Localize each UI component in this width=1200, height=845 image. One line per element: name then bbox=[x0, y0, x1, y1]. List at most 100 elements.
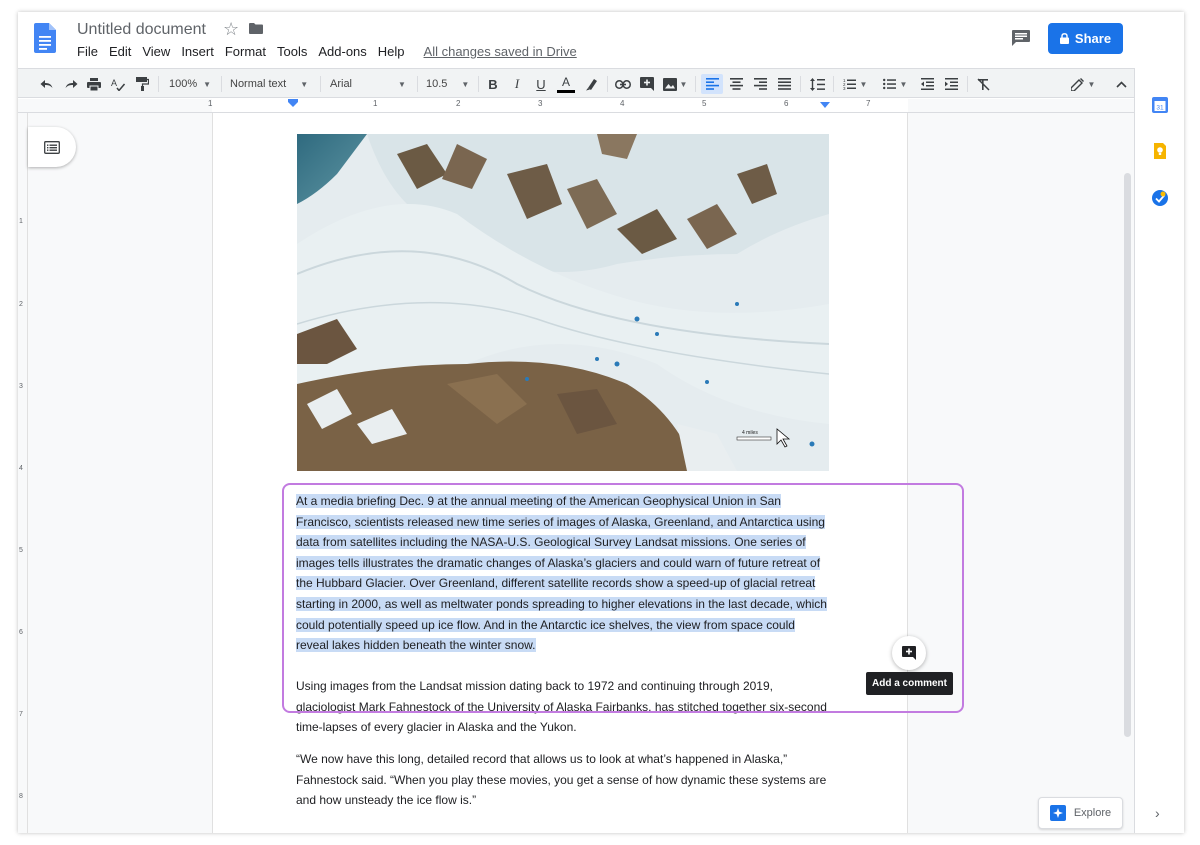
add-comment-icon bbox=[902, 646, 916, 660]
text-color-icon[interactable]: A bbox=[556, 75, 576, 93]
svg-text:A: A bbox=[111, 78, 117, 88]
justify-icon[interactable] bbox=[775, 75, 793, 93]
text-line: Fahnestock said. “When you play these mo… bbox=[296, 772, 827, 787]
save-status-link[interactable]: All changes saved in Drive bbox=[424, 44, 577, 59]
zoom-value: 100% bbox=[168, 78, 198, 90]
redo-icon[interactable] bbox=[62, 75, 80, 93]
text-line: and how unsteady the ice flow is.” bbox=[296, 793, 477, 808]
ruler-label: 3 bbox=[19, 383, 23, 390]
toolbar: A 100% ▼ Normal text ▼ Arial ▼ 10.5 ▼ B I U … bbox=[18, 68, 1134, 98]
ruler-label: 1 bbox=[19, 218, 23, 225]
svg-text:3: 3 bbox=[843, 86, 846, 90]
font-size-select[interactable]: 10.5 ▼ bbox=[426, 75, 472, 93]
insert-image-icon[interactable]: ▼ bbox=[662, 75, 688, 93]
menu-help[interactable]: Help bbox=[378, 44, 405, 59]
docs-window: Untitled document ☆ File Edit View Inser… bbox=[18, 12, 1184, 833]
vertical-scrollbar[interactable] bbox=[1124, 173, 1131, 737]
ruler-label: 5 bbox=[702, 99, 707, 108]
chevron-down-icon: ▼ bbox=[859, 79, 868, 89]
document-page[interactable]: 4 miles At a media briefing Dec. 9 at th… bbox=[212, 113, 908, 833]
undo-icon[interactable] bbox=[38, 75, 56, 93]
zoom-select[interactable]: 100% ▼ bbox=[165, 75, 215, 93]
side-panel: 31 › bbox=[1134, 68, 1184, 833]
link-icon[interactable] bbox=[614, 75, 632, 93]
paragraph[interactable]: “We now have this long, detailed record … bbox=[296, 749, 836, 811]
chevron-down-icon: ▼ bbox=[679, 79, 688, 89]
comments-icon[interactable] bbox=[1012, 30, 1030, 46]
ruler-label: 2 bbox=[456, 99, 461, 108]
underline-icon[interactable]: U bbox=[532, 75, 550, 93]
header: Untitled document ☆ File Edit View Inser… bbox=[18, 12, 1184, 66]
ruler-label: 3 bbox=[538, 99, 543, 108]
scale-label: 4 miles bbox=[742, 430, 758, 436]
lock-icon bbox=[1059, 33, 1069, 44]
add-comment-button[interactable] bbox=[892, 636, 926, 670]
ruler-label: 6 bbox=[784, 99, 789, 108]
docs-logo-icon[interactable] bbox=[34, 23, 56, 53]
outline-icon bbox=[44, 140, 60, 154]
highlight-icon[interactable] bbox=[582, 75, 600, 93]
chevron-down-icon: ▼ bbox=[300, 79, 309, 89]
line-spacing-icon[interactable] bbox=[807, 75, 827, 93]
explore-label: Explore bbox=[1073, 807, 1112, 819]
font-select[interactable]: Arial ▼ bbox=[330, 75, 410, 93]
focus-highlight-box bbox=[282, 483, 964, 713]
share-label: Share bbox=[1074, 31, 1112, 46]
numbered-list-icon[interactable]: 1 2 3 ▼ bbox=[840, 75, 870, 93]
clear-formatting-icon[interactable] bbox=[974, 75, 992, 93]
ruler-label: 7 bbox=[866, 99, 871, 108]
glacier-satellite-image[interactable]: 4 miles bbox=[297, 134, 829, 471]
add-comment-tooltip: Add a comment bbox=[866, 672, 953, 695]
font-value: Arial bbox=[330, 78, 353, 90]
font-size-value: 10.5 bbox=[426, 78, 448, 90]
calendar-day: 31 bbox=[1156, 104, 1164, 111]
increase-indent-icon[interactable] bbox=[942, 75, 960, 93]
decrease-indent-icon[interactable] bbox=[918, 75, 936, 93]
editing-mode-icon[interactable]: ▼ bbox=[1068, 75, 1098, 93]
tasks-icon[interactable] bbox=[1152, 190, 1168, 206]
keep-icon[interactable] bbox=[1152, 143, 1168, 159]
menu-tools[interactable]: Tools bbox=[277, 44, 307, 59]
menu-edit[interactable]: Edit bbox=[109, 44, 131, 59]
insert-comment-icon[interactable] bbox=[638, 75, 656, 93]
ruler-label: 6 bbox=[19, 629, 23, 636]
star-icon[interactable]: ☆ bbox=[223, 19, 239, 40]
document-title[interactable]: Untitled document bbox=[77, 21, 206, 39]
menu-insert[interactable]: Insert bbox=[181, 44, 214, 59]
align-center-icon[interactable] bbox=[727, 75, 745, 93]
ruler-label: 4 bbox=[620, 99, 625, 108]
expand-panel-chevron-icon[interactable]: › bbox=[1155, 805, 1160, 821]
explore-button[interactable]: Explore bbox=[1038, 797, 1123, 829]
chevron-down-icon: ▼ bbox=[899, 79, 908, 89]
horizontal-ruler[interactable]: 1 1 2 3 4 5 6 7 bbox=[18, 99, 1134, 113]
ruler-label: 7 bbox=[19, 711, 23, 718]
menu-addons[interactable]: Add-ons bbox=[318, 44, 366, 59]
ruler-page-area bbox=[212, 99, 908, 112]
menu-view[interactable]: View bbox=[142, 44, 170, 59]
bulleted-list-icon[interactable]: ▼ bbox=[880, 75, 910, 93]
ruler-label: 1 bbox=[373, 99, 378, 108]
ruler-label: 8 bbox=[19, 793, 23, 800]
paint-format-icon[interactable] bbox=[133, 75, 151, 93]
folder-icon[interactable] bbox=[249, 23, 263, 34]
left-indent-marker[interactable] bbox=[288, 99, 298, 108]
print-icon[interactable] bbox=[85, 75, 103, 93]
menu-format[interactable]: Format bbox=[225, 44, 266, 59]
align-left-icon[interactable] bbox=[701, 74, 723, 94]
spellcheck-icon[interactable]: A bbox=[109, 75, 127, 93]
style-value: Normal text bbox=[230, 78, 287, 90]
italic-icon[interactable]: I bbox=[508, 75, 526, 93]
vertical-ruler[interactable]: 1 2 3 4 5 6 7 8 bbox=[18, 113, 28, 833]
bold-icon[interactable]: B bbox=[484, 75, 502, 93]
calendar-icon[interactable]: 31 bbox=[1152, 97, 1168, 113]
align-right-icon[interactable] bbox=[751, 75, 769, 93]
right-indent-marker[interactable] bbox=[820, 102, 830, 109]
document-outline-button[interactable] bbox=[28, 127, 76, 167]
menu-file[interactable]: File bbox=[77, 44, 98, 59]
chevron-down-icon: ▼ bbox=[1087, 79, 1096, 89]
style-select[interactable]: Normal text ▼ bbox=[230, 75, 312, 93]
document-canvas: 1 2 3 4 5 6 7 8 4 miles At a media brief… bbox=[18, 113, 1134, 833]
ruler-label: 2 bbox=[19, 301, 23, 308]
collapse-icon[interactable] bbox=[1112, 75, 1130, 93]
share-button[interactable]: Share bbox=[1048, 23, 1123, 54]
